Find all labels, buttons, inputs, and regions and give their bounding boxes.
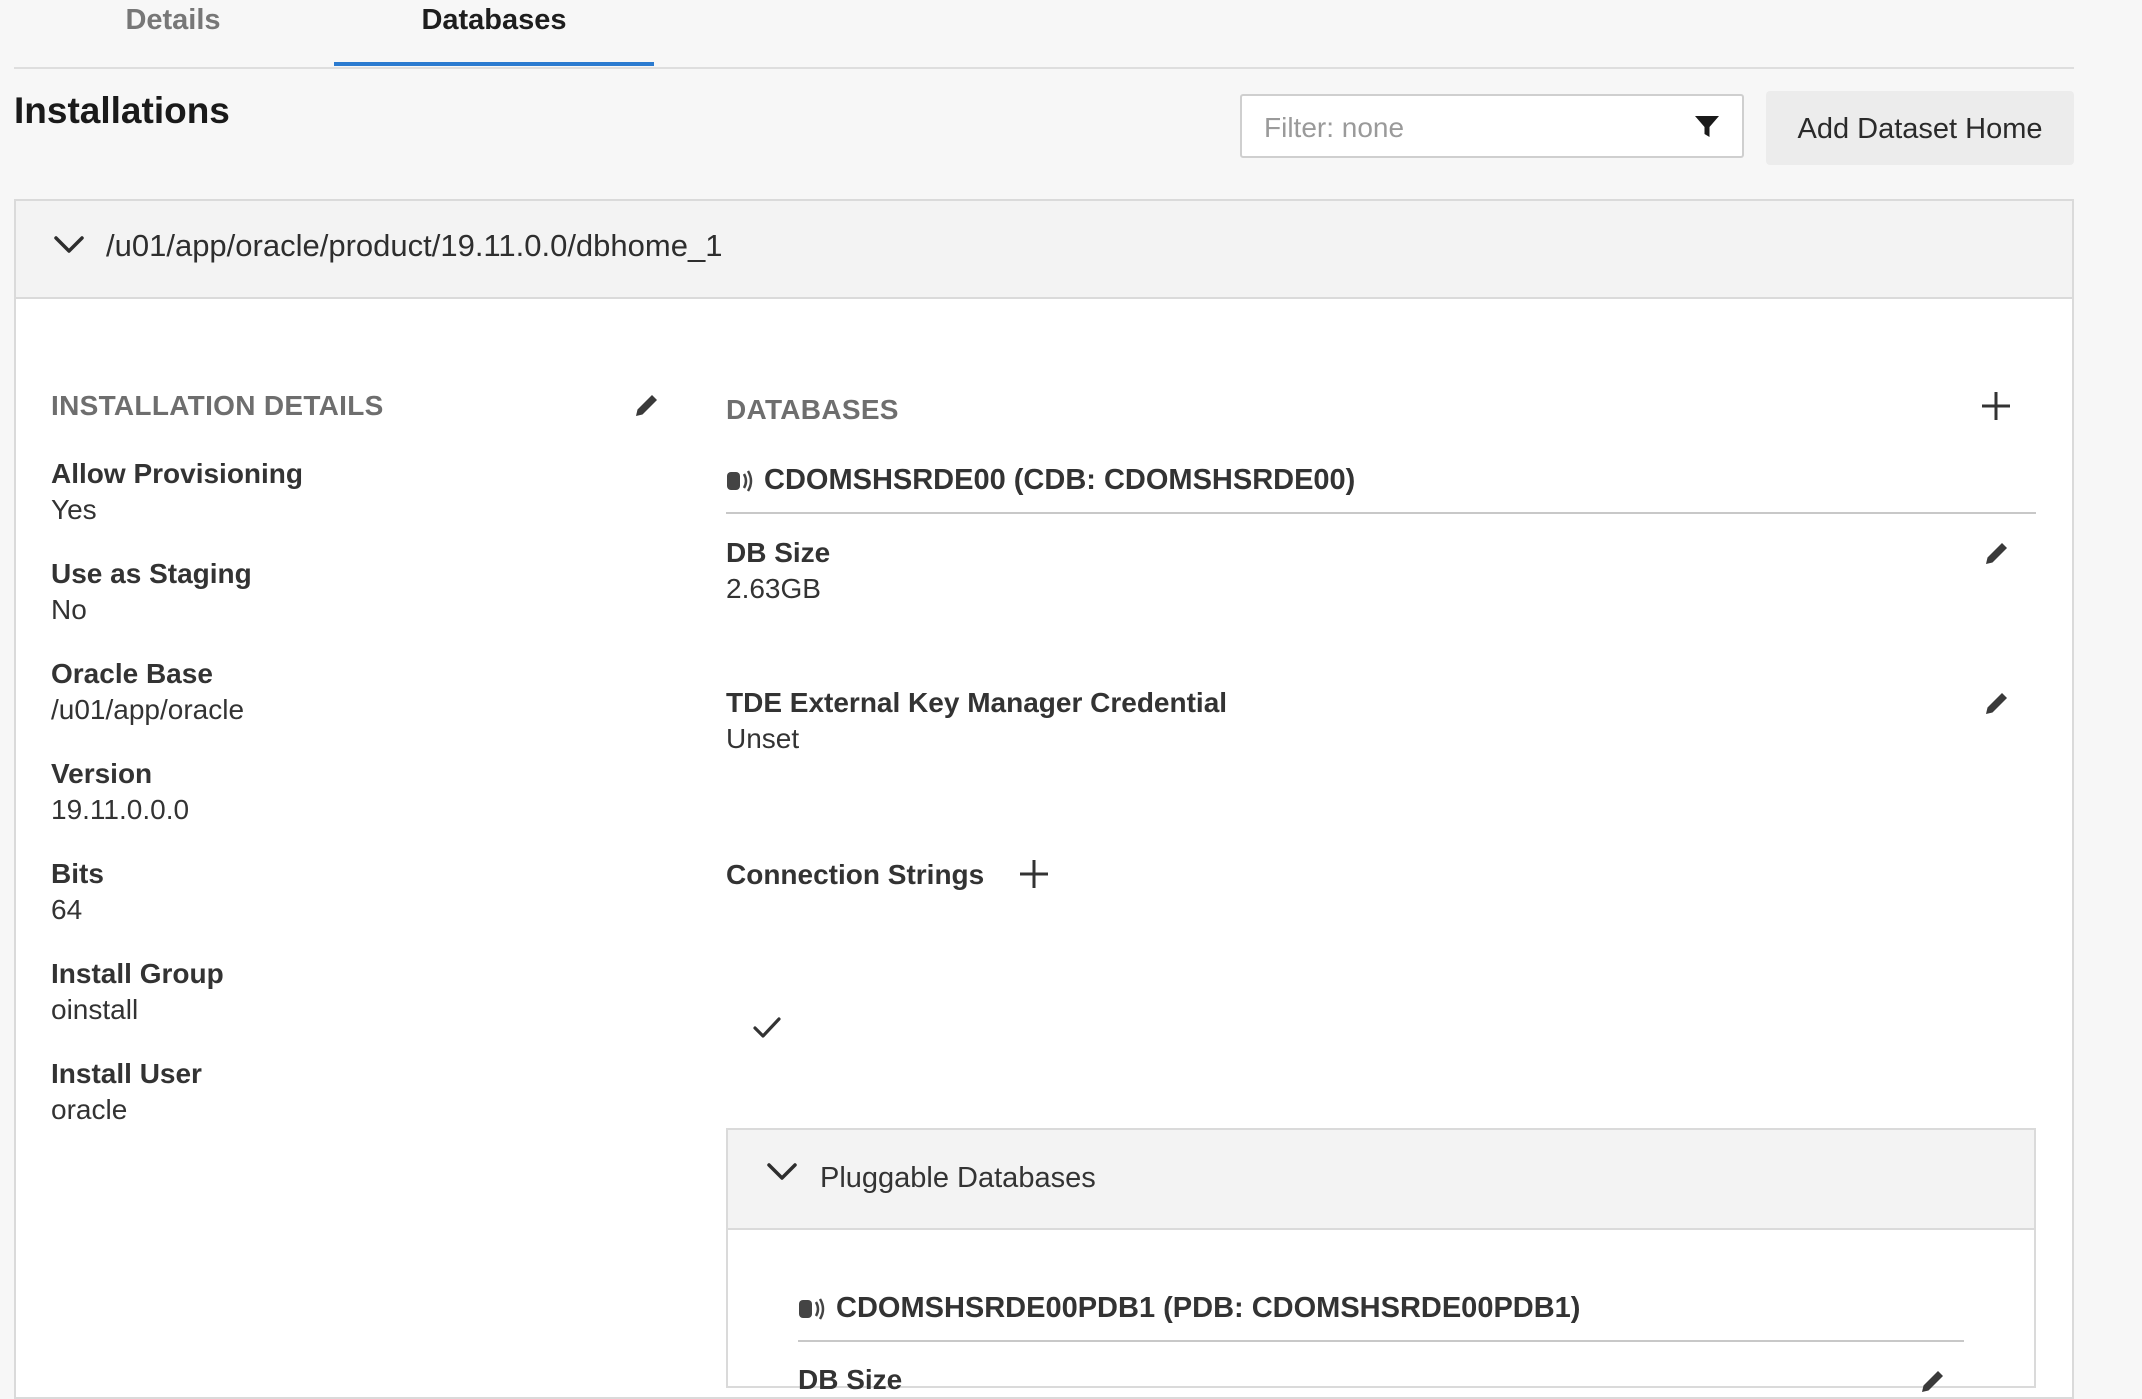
chevron-down-icon[interactable] [53, 234, 85, 256]
field-value-use-as-staging: No [51, 594, 87, 625]
connection-strings-label: Connection Strings [726, 859, 985, 890]
edit-installation-details-pencil-icon[interactable] [632, 390, 662, 420]
installation-details-title: INSTALLATION DETAILS [51, 390, 384, 421]
tab-databases[interactable]: Databases [334, 0, 654, 66]
field-label-bits: Bits [51, 858, 104, 889]
field-value-bits: 64 [51, 894, 83, 925]
tabs-divider [14, 67, 2074, 69]
tab-details[interactable]: Details [60, 0, 286, 66]
add-dataset-home-button[interactable]: Add Dataset Home [1766, 91, 2074, 165]
tde-credential-label: TDE External Key Manager Credential [726, 687, 1228, 718]
field-value-oracle-base: /u01/app/oracle [51, 694, 245, 725]
chevron-down-icon[interactable] [766, 1161, 798, 1183]
field-value-install-user: oracle [51, 1094, 128, 1125]
active-tab-indicator [334, 62, 654, 66]
field-value-version: 19.11.0.0.0 [51, 794, 190, 825]
pdb-divider [798, 1340, 1964, 1342]
field-value-allow-provisioning: Yes [51, 494, 97, 525]
filter-input[interactable] [1262, 108, 1686, 148]
field-label-install-group: Install Group [51, 958, 224, 989]
field-value-install-group: oinstall [51, 994, 139, 1025]
databases-section-title: DATABASES [726, 394, 899, 425]
field-label-version: Version [51, 758, 153, 789]
pdb-size-label: DB Size [798, 1364, 903, 1395]
field-label-install-user: Install User [51, 1058, 202, 1089]
checkmark-icon [753, 1017, 781, 1038]
database-name: CDOMSHSRDE00 (CDB: CDOMSHSRDE00) [764, 464, 1356, 496]
installation-path: /u01/app/oracle/product/19.11.0.0/dbhome… [106, 228, 723, 263]
page-title: Installations [14, 90, 230, 131]
edit-pdb-size-pencil-icon[interactable] [1918, 1366, 1948, 1396]
database-icon [727, 470, 753, 492]
filter-icon[interactable] [1692, 112, 1722, 142]
field-label-oracle-base: Oracle Base [51, 658, 213, 689]
pluggable-databases-title: Pluggable Databases [820, 1162, 1096, 1194]
field-label-allow-provisioning: Allow Provisioning [51, 458, 304, 489]
tde-credential-value: Unset [726, 723, 800, 754]
add-connection-string-plus-icon[interactable] [1018, 858, 1050, 890]
database-icon [799, 1298, 825, 1320]
filter-field[interactable] [1240, 94, 1744, 158]
field-label-use-as-staging: Use as Staging [51, 558, 252, 589]
add-database-plus-icon[interactable] [1980, 390, 2012, 422]
database-divider [726, 512, 2036, 514]
db-size-label: DB Size [726, 537, 831, 568]
db-size-value: 2.63GB [726, 573, 821, 604]
pdb-name: CDOMSHSRDE00PDB1 (PDB: CDOMSHSRDE00PDB1) [836, 1292, 1581, 1324]
edit-tde-credential-pencil-icon[interactable] [1982, 688, 2012, 718]
edit-db-size-pencil-icon[interactable] [1982, 538, 2012, 568]
